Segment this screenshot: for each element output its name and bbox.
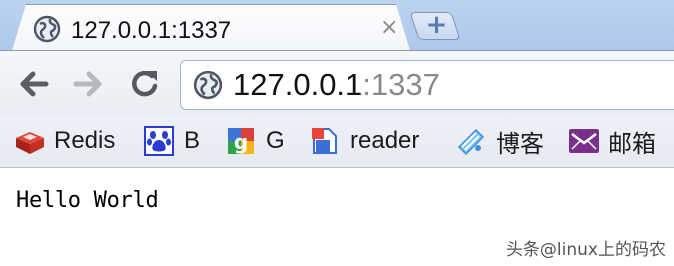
reload-button[interactable] [128,67,162,101]
url-port: :1337 [362,67,440,102]
reader-icon [310,126,340,156]
url-host: 127.0.0.1 [233,67,363,102]
mail-icon [568,126,599,156]
bookmark-label: G [266,127,285,154]
forward-button[interactable] [72,67,106,101]
blog-icon [456,126,486,156]
reload-icon [132,70,158,97]
tab-title: 127.0.0.1:1337 [71,17,232,44]
bookmark-baidu[interactable]: B [144,125,200,157]
redis-icon [14,126,44,156]
svg-text:g: g [234,130,248,154]
new-tab-button[interactable]: + [409,10,461,40]
url-text: 127.0.0.1:1337 [233,67,440,103]
bookmark-label: Redis [54,127,116,154]
globe-icon [193,70,223,105]
back-arrow-icon [20,71,49,97]
toolbar: 127.0.0.1:1337 [0,50,674,116]
google-icon: g [226,126,256,156]
bookmark-google[interactable]: g G [226,125,285,157]
tab-close-icon[interactable]: × [380,17,398,39]
forward-arrow-icon [73,71,102,97]
plus-icon: + [425,10,448,40]
page-body-text: Hello World [16,188,159,213]
tab-strip: 127.0.0.1:1337 × + [0,0,674,57]
bookmark-blog[interactable]: 博客 [456,125,544,158]
bookmarks-bar: Redis B g G reader 博客 邮箱 [0,115,674,168]
bookmark-label: 博客 [496,130,544,158]
address-bar[interactable]: 127.0.0.1:1337 [180,60,674,110]
globe-icon [33,15,61,48]
bookmark-mail[interactable]: 邮箱 [568,125,656,158]
baidu-paw-icon [144,126,174,156]
bookmark-label: reader [350,127,420,154]
watermark: 头条@linux上的码农 [505,240,666,260]
bookmark-redis[interactable]: Redis [14,125,115,157]
back-button[interactable] [16,67,50,101]
bookmark-label: 邮箱 [608,130,656,158]
bookmark-label: B [184,127,201,154]
bookmark-reader[interactable]: reader [310,125,419,157]
